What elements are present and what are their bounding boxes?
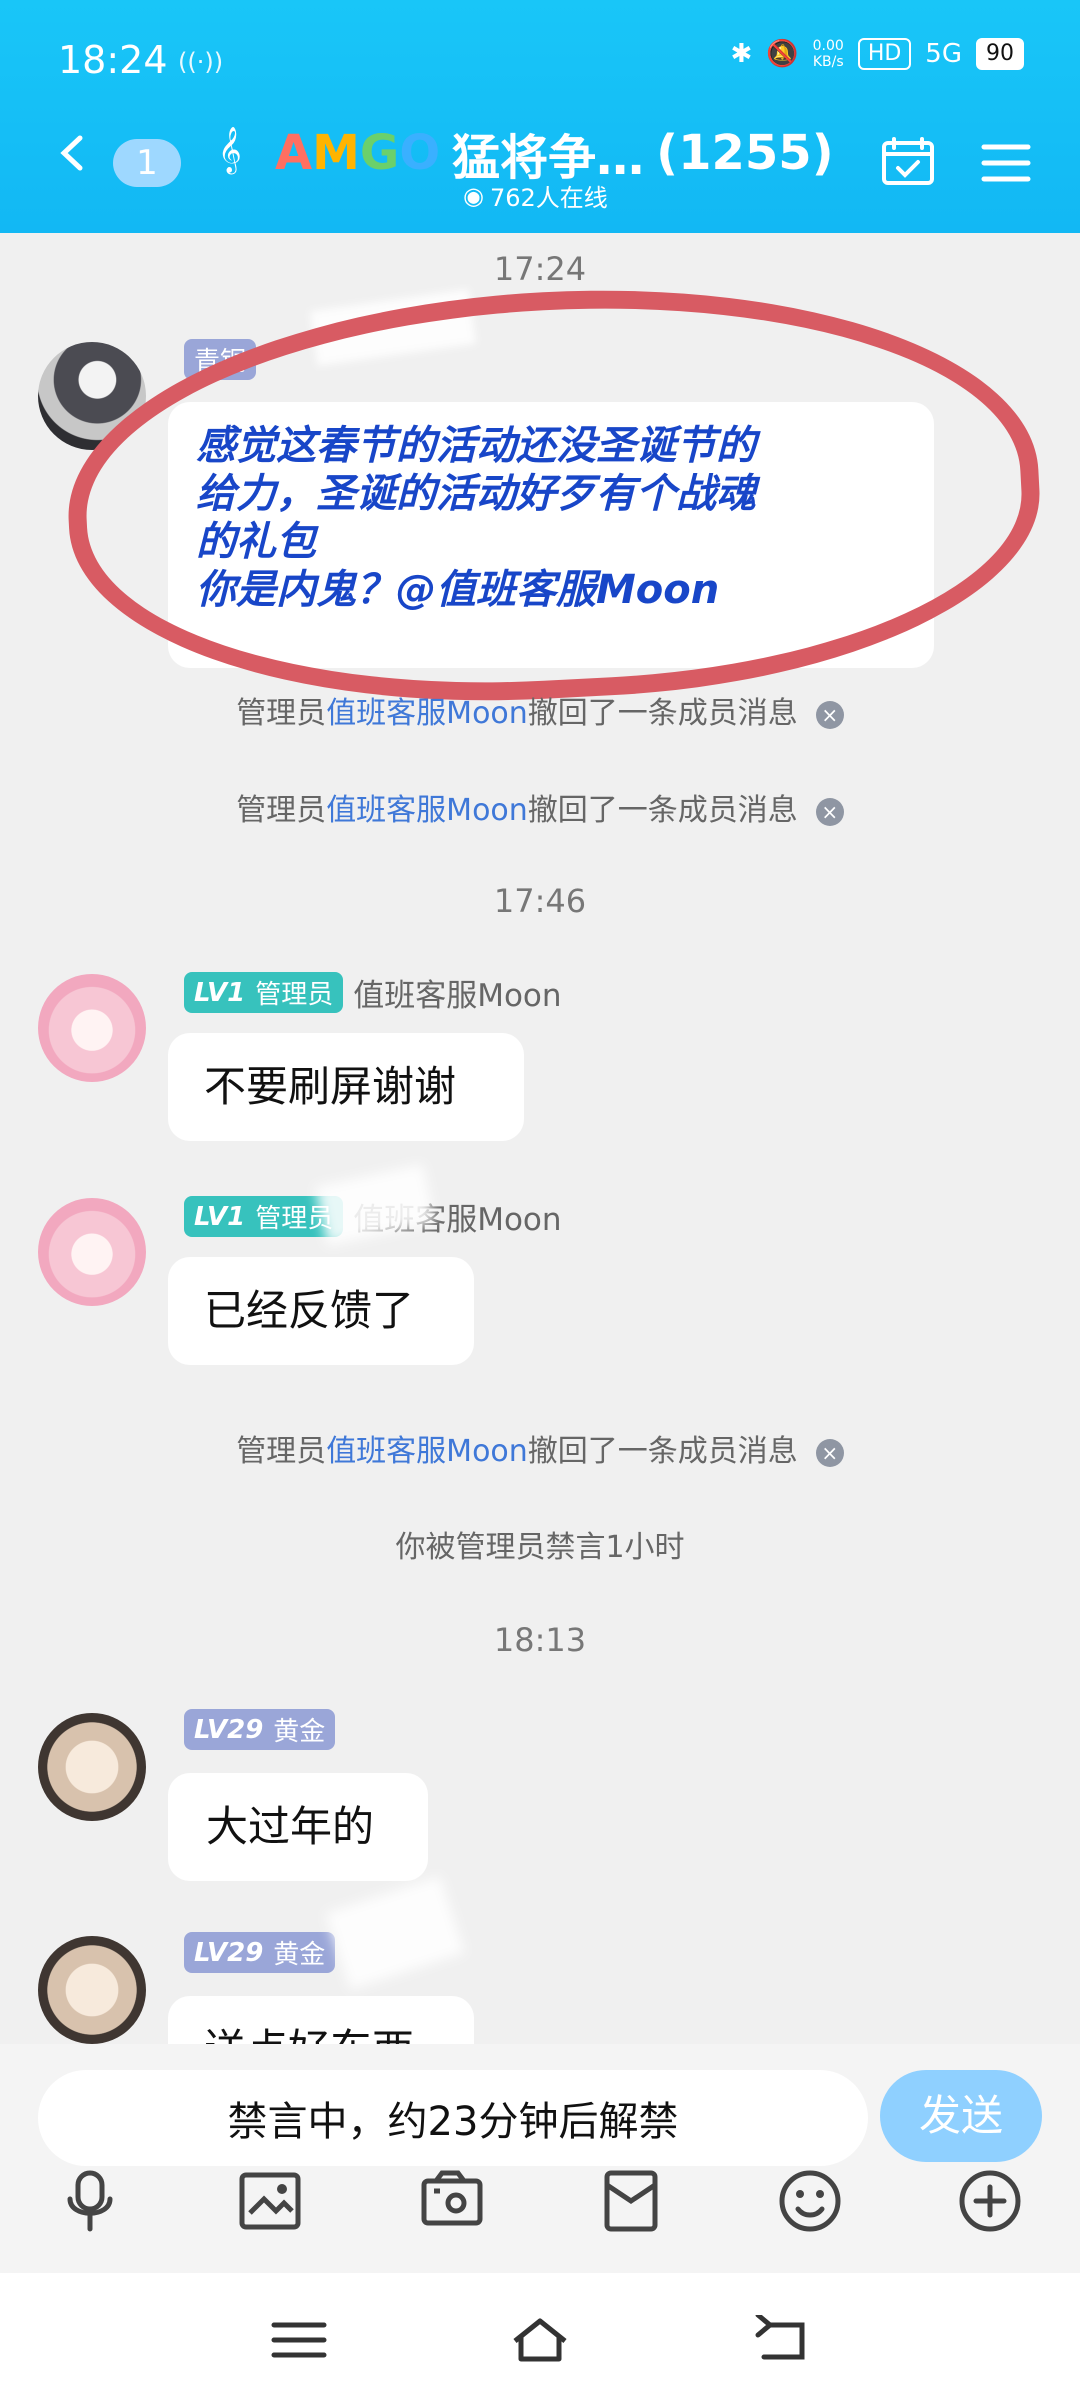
calendar-icon[interactable] [881,137,935,187]
back-icon[interactable] [746,2315,816,2365]
hd-badge: HD [857,38,912,70]
online-icon: ◉ [463,181,484,210]
unread-badge[interactable]: 1 [113,139,181,187]
menu-icon[interactable] [264,2315,334,2365]
mute-notice: 你被管理员禁言1小时 [395,1530,685,1565]
microphone-icon[interactable] [52,2163,128,2239]
system-message: 管理员值班客服Moon撤回了一条成员消息 × [0,785,1080,829]
sender-meta: LV29 黄金 [184,1709,336,1750]
chat-toolbar [0,2163,1080,2273]
sender-meta: 青铜 [184,339,257,380]
message-input[interactable]: 禁言中，约23分钟后解禁 [38,2070,868,2166]
ear-icon[interactable]: 𝄞 [218,127,242,173]
level-tag: LV1 管理员 [184,972,344,1013]
message-line: 你是内鬼？@值班客服Moon [196,567,720,613]
time-divider: 17:46 [493,882,587,920]
level-tag: LV29 黄金 [184,1709,336,1750]
message-line: 的礼包 [196,519,316,565]
group-logo: AMGO [275,125,441,181]
close-icon[interactable]: × [815,1438,844,1467]
network-speed: 0.00 KB/s [812,38,844,70]
red-packet-icon[interactable] [593,2163,669,2239]
mute-icon: 🔕 [766,39,799,69]
message-bubble[interactable]: 已经反馈了 [168,1257,474,1365]
time-divider: 18:13 [493,1621,587,1659]
system-nav-bar [0,2273,1080,2400]
system-message: 管理员值班客服Moon撤回了一条成员消息 × [0,1426,1080,1470]
redaction-scribble [325,1876,465,1990]
emoji-icon[interactable] [772,2163,848,2239]
image-icon[interactable] [232,2163,308,2239]
redaction-scribble [309,289,477,366]
admin-avatar[interactable] [38,1198,146,1306]
sender-meta: LV1 管理员 值班客服Moon [184,970,562,1015]
status-time: 18:24 [58,38,168,82]
signal-strength: 5G [925,39,962,69]
plus-icon[interactable] [952,2163,1028,2239]
time-divider: 17:24 [493,250,587,288]
message-line: 感觉这春节的活动还没圣诞节的 [196,423,756,469]
send-button[interactable]: 发送 [880,2070,1042,2162]
sender-name: 值班客服Moon [353,978,562,1014]
member-count: (1255) [656,125,834,181]
admin-avatar[interactable] [38,974,146,1082]
system-message: 管理员值班客服Moon撤回了一条成员消息 × [0,688,1080,732]
level-tag: 青铜 [184,339,257,380]
message-bubble[interactable]: 不要刷屏谢谢 [168,1033,524,1141]
battery-indicator: 90 [976,38,1024,70]
sender-meta: LV29 黄金 [184,1932,336,1973]
highlighted-message[interactable]: 感觉这春节的活动还没圣诞节的 给力，圣诞的活动好歹有个战魂 的礼包 你是内鬼？@… [168,402,934,668]
close-icon[interactable]: × [815,700,844,729]
menu-icon[interactable] [980,141,1032,185]
bluetooth-icon: ✱ [730,39,753,69]
cat-avatar[interactable] [38,1936,146,2044]
home-icon[interactable] [505,2315,575,2365]
message-line: 给力，圣诞的活动好歹有个战魂 [196,471,756,517]
user-avatar[interactable] [38,342,146,450]
back-icon[interactable] [52,132,94,174]
status-icons: ✱ 🔕 0.00 KB/s HD 5G 90 [730,38,1024,70]
radio-icon: ((·)) [178,48,224,76]
camera-icon[interactable] [414,2163,490,2239]
top-header: 18:24 ((·)) ✱ 🔕 0.00 KB/s HD 5G 90 1 𝄞 AM… [0,0,1080,233]
level-tag: LV29 黄金 [184,1932,336,1973]
close-icon[interactable]: × [815,797,844,826]
message-bubble[interactable]: 大过年的 [168,1773,428,1881]
online-status: ◉ 762人在线 [463,181,608,213]
cat-avatar[interactable] [38,1713,146,1821]
